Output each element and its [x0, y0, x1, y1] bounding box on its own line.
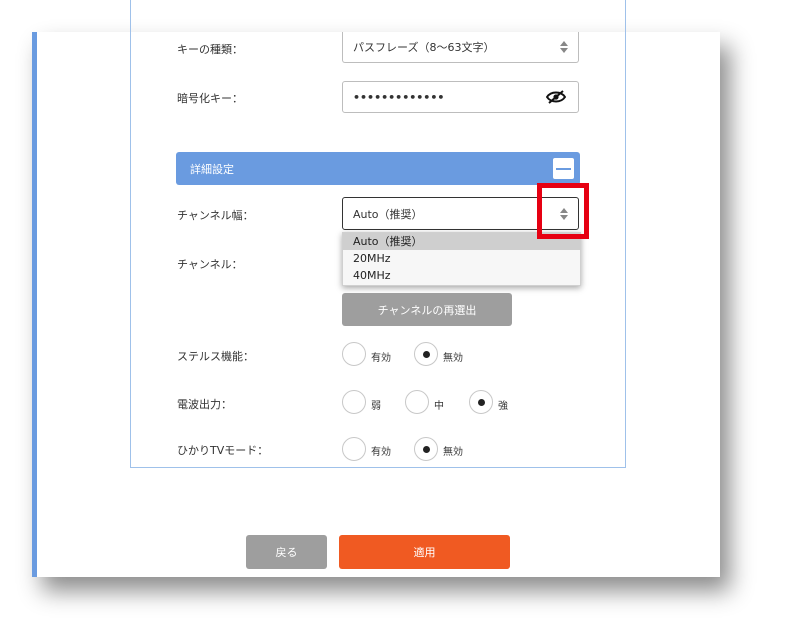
- stealth-enable-label: 有効: [371, 353, 391, 364]
- channel-width-value: Auto（推奨）: [353, 207, 423, 221]
- channel-width-label: チャンネル幅：: [177, 209, 254, 222]
- section-title: 詳細設定: [190, 162, 234, 176]
- power-mid-label: 中: [434, 401, 444, 412]
- annotation-highlight-box: [537, 183, 589, 239]
- eye-slash-icon[interactable]: [545, 90, 567, 107]
- power-high-radio[interactable]: [469, 390, 493, 414]
- channel-label: チャンネル：: [177, 258, 243, 271]
- enc-key-label: 暗号化キー：: [177, 92, 243, 105]
- enc-key-input[interactable]: •••••••••••••: [342, 81, 579, 113]
- power-mid-radio[interactable]: [405, 390, 429, 414]
- key-type-value: パスフレーズ（8〜63文字）: [353, 41, 495, 54]
- key-type-label: キーの種類：: [177, 43, 243, 56]
- key-type-select[interactable]: パスフレーズ（8〜63文字）: [342, 32, 579, 63]
- channel-rescan-button[interactable]: チャンネルの再選出: [342, 293, 512, 326]
- hikari-disable-label: 無効: [443, 447, 463, 458]
- stealth-disable-radio[interactable]: [414, 342, 438, 366]
- stealth-enable-radio[interactable]: [342, 342, 366, 366]
- select-arrows-icon: [560, 41, 568, 53]
- power-low-radio[interactable]: [342, 390, 366, 414]
- hikari-enable-label: 有効: [371, 447, 391, 458]
- power-low-label: 弱: [371, 401, 381, 412]
- hikari-label: ひかりTVモード：: [177, 444, 269, 457]
- hikari-enable-radio[interactable]: [342, 437, 366, 461]
- channel-width-dropdown[interactable]: Auto（推奨） 20MHz 40MHz: [342, 232, 581, 286]
- apply-button[interactable]: 適用: [339, 535, 510, 569]
- hikari-disable-radio[interactable]: [414, 437, 438, 461]
- power-label: 電波出力：: [177, 398, 232, 411]
- dropdown-option[interactable]: 40MHz: [343, 267, 580, 284]
- advanced-settings-header[interactable]: 詳細設定: [176, 152, 580, 185]
- minus-icon[interactable]: [553, 158, 574, 179]
- enc-key-value: •••••••••••••: [353, 90, 445, 104]
- power-high-label: 強: [498, 401, 508, 412]
- dropdown-option[interactable]: 20MHz: [343, 250, 580, 267]
- stealth-label: ステルス機能：: [177, 350, 254, 363]
- stealth-disable-label: 無効: [443, 353, 463, 364]
- back-button[interactable]: 戻る: [246, 535, 327, 569]
